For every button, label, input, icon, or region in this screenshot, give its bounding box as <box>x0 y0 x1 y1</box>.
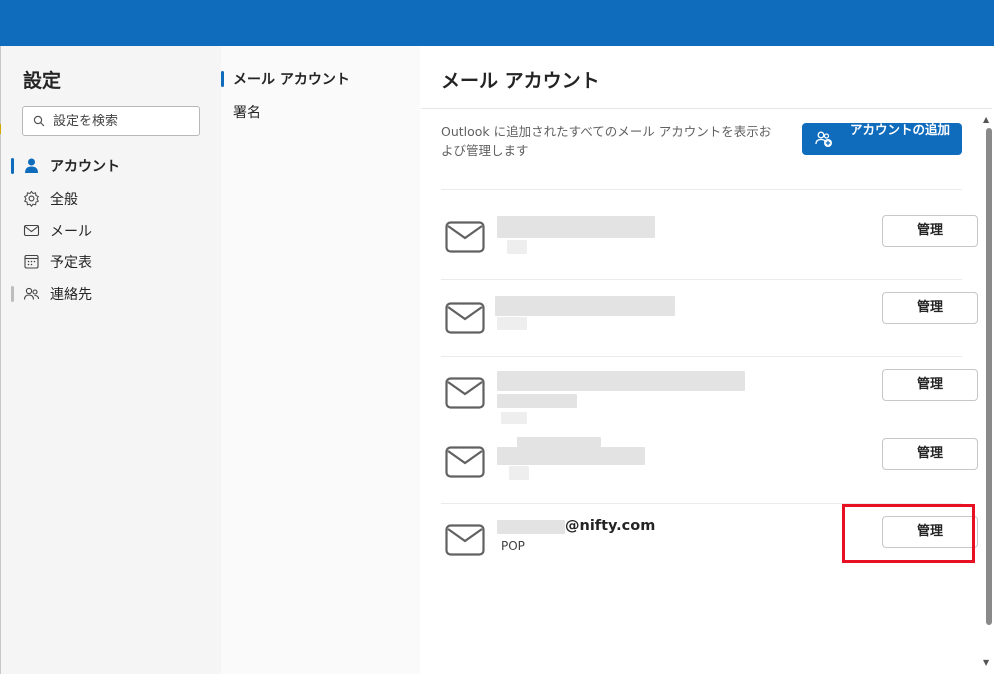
subnav-item-mail-accounts[interactable]: メール アカウント <box>221 66 420 94</box>
nav-item-mail[interactable]: メール <box>1 215 221 245</box>
search-icon <box>33 115 45 127</box>
highlight-box <box>842 504 975 563</box>
account-email: @nifty.com <box>565 518 656 534</box>
active-indicator <box>221 71 224 87</box>
settings-subnav: メール アカウント 署名 <box>221 46 420 674</box>
people-icon <box>23 287 40 300</box>
nav-item-label: アカウント <box>50 159 120 175</box>
redacted-email <box>497 447 645 465</box>
page-title: メール アカウント <box>441 70 600 92</box>
mail-icon <box>445 524 485 556</box>
nav-item-general[interactable]: 全般 <box>1 183 221 213</box>
calendar-icon <box>24 254 39 269</box>
subnav-item-label: メール アカウント <box>233 72 350 88</box>
gear-icon <box>23 190 40 207</box>
mail-icon <box>23 224 40 237</box>
add-account-button[interactable]: アカウントの追加 <box>802 122 962 155</box>
subnav-item-label: 署名 <box>233 105 261 121</box>
scroll-down-arrow[interactable]: ▼ <box>983 658 989 667</box>
manage-account-button[interactable]: 管理 <box>882 215 978 247</box>
add-person-icon <box>815 131 832 147</box>
redacted-email-top <box>517 437 601 447</box>
nav-item-calendar[interactable]: 予定表 <box>1 246 221 276</box>
settings-search-input[interactable] <box>53 113 193 129</box>
nav-item-contacts[interactable]: 連絡先 <box>1 278 221 308</box>
settings-title: 設定 <box>23 70 62 92</box>
redacted-email-user <box>497 520 565 534</box>
redacted-type <box>497 317 527 330</box>
redacted-email <box>497 371 745 391</box>
scroll-up-arrow[interactable]: ▲ <box>983 115 989 124</box>
mail-accounts-panel: メール アカウント Outlook に追加されたすべてのメール アカウントを表示… <box>421 46 992 674</box>
manage-account-button[interactable]: 管理 <box>882 369 978 401</box>
page-description: Outlook に追加されたすべてのメール アカウントを表示および管理します <box>441 124 772 158</box>
nav-item-label: 全般 <box>50 192 78 208</box>
scrollbar-thumb[interactable] <box>986 128 992 625</box>
redacted-email <box>495 296 675 316</box>
redacted-type <box>509 466 529 480</box>
account-type: POP <box>501 539 525 553</box>
mail-icon <box>445 446 485 478</box>
redacted-email <box>497 216 655 238</box>
account-row: 管理 <box>441 357 978 429</box>
mail-icon <box>445 302 485 334</box>
account-row: 管理 <box>441 280 978 356</box>
manage-account-button[interactable]: 管理 <box>882 438 978 470</box>
account-row: 管理 <box>441 429 978 503</box>
redacted-type <box>507 240 527 254</box>
nav-item-label: 予定表 <box>50 255 92 271</box>
redacted-email-line2 <box>497 394 577 408</box>
nav-item-accounts[interactable]: アカウント <box>1 150 221 180</box>
title-bar <box>0 0 994 46</box>
mail-icon <box>445 221 485 253</box>
nav-item-label: メール <box>50 224 92 240</box>
mail-icon <box>445 377 485 409</box>
settings-search[interactable] <box>22 106 200 136</box>
divider <box>421 108 992 109</box>
account-row: 管理 <box>441 190 978 280</box>
redacted-type <box>501 412 527 424</box>
hover-indicator <box>11 286 14 302</box>
add-account-label: アカウントの追加 <box>849 122 950 137</box>
subnav-item-signature[interactable]: 署名 <box>221 99 420 127</box>
person-icon <box>25 158 38 173</box>
settings-nav: 設定 アカウント 全般 メール <box>1 46 221 674</box>
manage-account-button[interactable]: 管理 <box>882 292 978 324</box>
nav-item-label: 連絡先 <box>50 287 92 303</box>
active-indicator <box>11 158 14 174</box>
